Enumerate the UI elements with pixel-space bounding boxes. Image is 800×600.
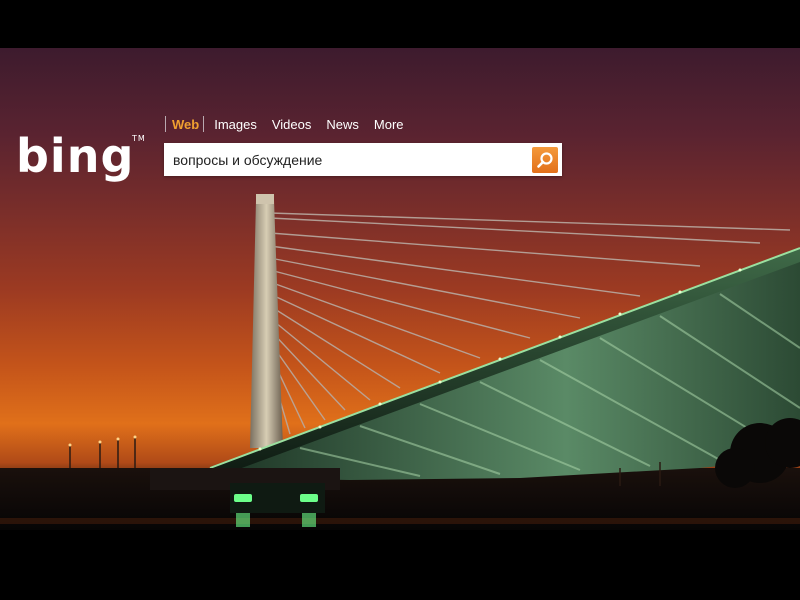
search-icon [537,152,553,168]
nav-divider-left [165,116,166,132]
logo-text: bing [16,129,135,183]
bottom-letterbox [0,530,800,600]
search-box [164,143,562,176]
background-image: bing TM Web Images Videos News More [0,48,800,530]
nav-item-images[interactable]: Images [214,117,257,132]
nav-item-news[interactable]: News [326,117,359,132]
nav-item-more[interactable]: More [374,117,404,132]
search-input[interactable] [164,143,524,176]
nav-divider-right [203,116,205,132]
trademark-mark: TM [132,134,146,143]
nav-item-videos[interactable]: Videos [272,117,312,132]
search-button[interactable] [532,147,558,173]
nav-item-web[interactable]: Web [172,117,199,132]
search-scope-nav: Web Images Videos News More [165,114,419,134]
bing-logo[interactable]: bing TM [16,133,145,179]
top-letterbox [0,0,800,48]
